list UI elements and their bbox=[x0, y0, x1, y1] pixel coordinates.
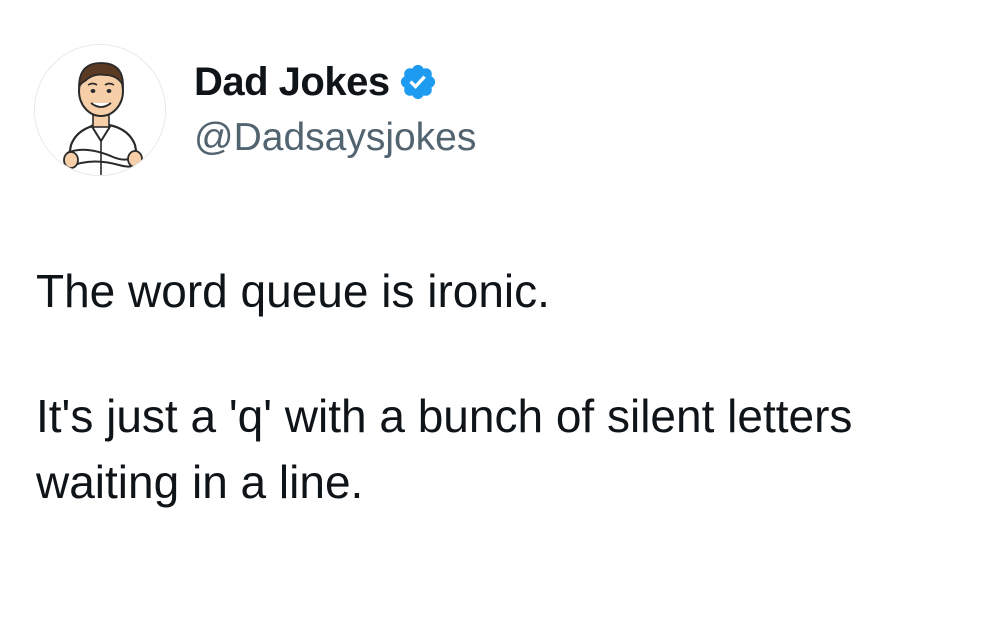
author-identity: Dad Jokes @Dadsaysjokes bbox=[194, 57, 476, 163]
avatar[interactable] bbox=[34, 44, 166, 176]
display-name[interactable]: Dad Jokes bbox=[194, 57, 390, 107]
tweet-header: Dad Jokes @Dadsaysjokes bbox=[34, 44, 476, 176]
verified-badge-icon bbox=[398, 62, 438, 102]
tweet-text: The word queue is ironic. It's just a 'q… bbox=[36, 258, 976, 515]
tweet-card: Dad Jokes @Dadsaysjokes The word queue i… bbox=[0, 0, 990, 624]
tweet-paragraph-2: It's just a 'q' with a bunch of silent l… bbox=[36, 390, 853, 508]
tweet-paragraph-1: The word queue is ironic. bbox=[36, 265, 550, 317]
name-row: Dad Jokes bbox=[194, 57, 476, 107]
user-handle[interactable]: @Dadsaysjokes bbox=[194, 113, 476, 163]
cartoon-man-avatar-icon bbox=[35, 45, 165, 175]
